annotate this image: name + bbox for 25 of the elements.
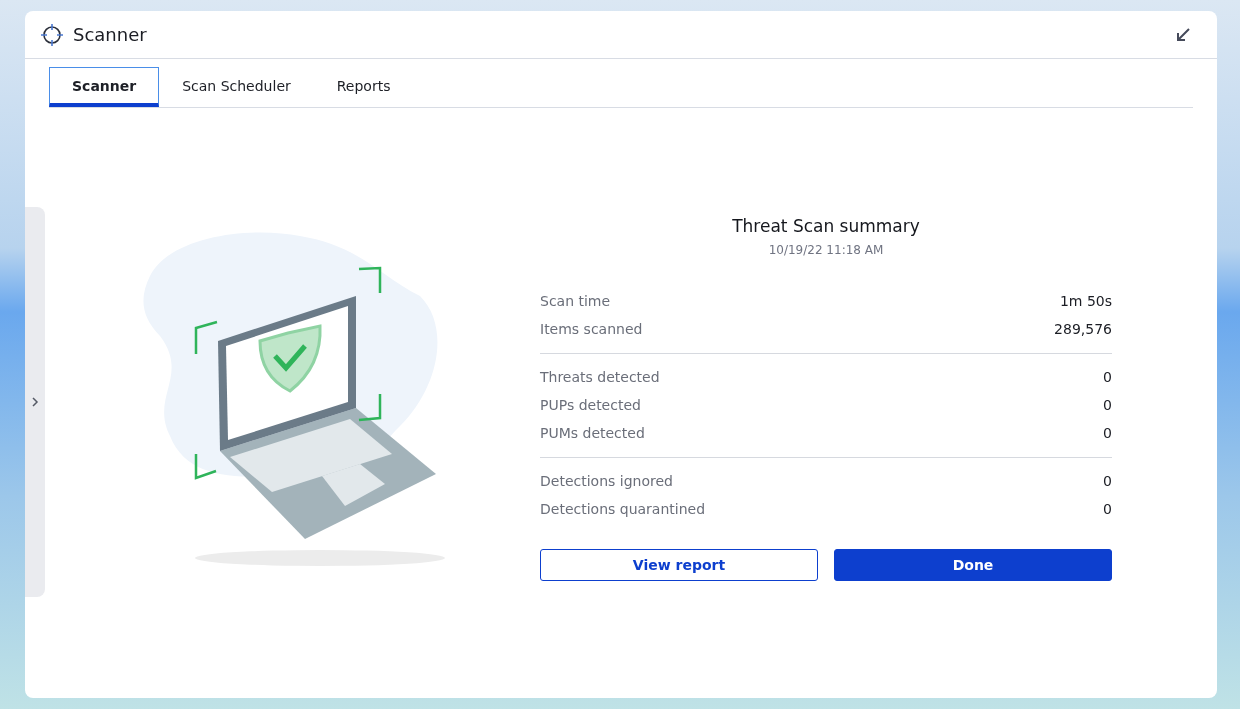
stat-label: Detections ignored	[540, 472, 673, 489]
stat-value: 0	[1103, 424, 1112, 441]
stat-label: Items scanned	[540, 320, 643, 337]
action-button[interactable]: View report	[540, 548, 818, 581]
stat-label: Threats detected	[540, 368, 660, 385]
stat-label: Detections quarantined	[540, 500, 706, 517]
scan-date: 10/19/22 11:18 AM	[767, 242, 885, 257]
crosshair-icon	[40, 22, 64, 47]
tab[interactable]: Reports	[313, 67, 414, 107]
tab[interactable]: Scan Scheduler	[159, 67, 314, 107]
stat-value: 0	[1103, 396, 1112, 413]
stat-label: PUMs detected	[540, 424, 645, 441]
stat-value: 1m 50s	[1059, 292, 1112, 309]
summary-title: Threat Scan summary	[731, 215, 921, 236]
stat-value: 0	[1103, 500, 1112, 517]
tab[interactable]: Scanner	[49, 67, 160, 107]
stat-label: Scan time	[540, 292, 611, 309]
stat-value: 0	[1103, 368, 1112, 385]
action-button[interactable]: Done	[834, 548, 1112, 581]
arrow-down-left-icon	[1175, 26, 1191, 43]
stat-label: PUPs detected	[540, 396, 641, 413]
stat-value: 289,576	[1054, 320, 1112, 337]
window-title: Scanner	[73, 24, 148, 45]
chevron-right-icon	[31, 396, 39, 408]
stat-value: 0	[1103, 472, 1112, 489]
